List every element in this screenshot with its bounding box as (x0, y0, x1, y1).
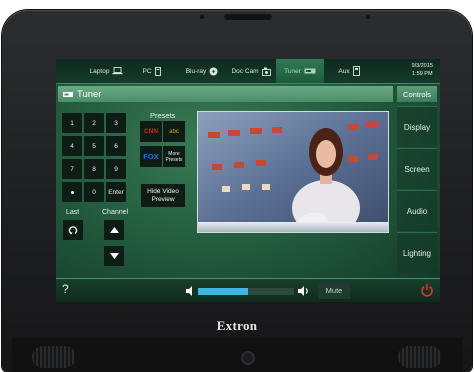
news-anchor-video-image (198, 112, 388, 232)
hide-video-line2: Preview (151, 195, 175, 203)
keypad-key-enter[interactable]: Enter (106, 182, 126, 202)
camera-lens (241, 351, 255, 365)
channel-down-button[interactable] (104, 246, 124, 266)
aux-device-icon (352, 66, 360, 76)
keypad-key-7[interactable]: 7 (62, 159, 82, 179)
volume-down-icon[interactable] (186, 286, 195, 296)
source-label: Aux (338, 67, 350, 75)
display-button[interactable]: Display (397, 106, 437, 147)
keypad-key-1[interactable]: 1 (62, 113, 82, 133)
mute-button[interactable]: Mute (318, 282, 350, 299)
return-arrow-icon (68, 226, 78, 235)
help-button[interactable]: ? (62, 282, 69, 296)
preset-abc-button[interactable]: abc (163, 121, 185, 142)
left-speaker-grille (32, 346, 76, 368)
disc-icon (209, 67, 218, 75)
source-bar: Laptop PC Blu-ray Doc Cam Tuner Aux 9/3/… (56, 59, 440, 84)
keypad-key-8[interactable]: 8 (84, 159, 104, 179)
cnn-logo: CNN (143, 128, 159, 135)
page-title-bar: Tuner (58, 86, 393, 102)
source-label: Tuner (284, 67, 301, 75)
brand-logo: Extron (216, 318, 258, 333)
lighting-button[interactable]: Lighting (397, 232, 437, 273)
date-time-display: 9/3/2015 1:59 PM (412, 62, 433, 78)
tuner-icon (304, 68, 316, 74)
keypad-key-3[interactable]: 3 (106, 113, 126, 133)
down-arrow-icon (109, 253, 119, 259)
power-icon[interactable] (420, 283, 434, 297)
document-camera-icon (261, 67, 271, 76)
preset-fox-button[interactable]: FOX (140, 146, 162, 167)
pc-tower-icon (154, 66, 161, 76)
more-presets-button[interactable]: More Presets (163, 146, 185, 167)
fox-logo: FOX (143, 152, 159, 161)
source-label: Laptop (89, 67, 110, 75)
sensor-dot (366, 15, 370, 19)
current-time: 1:59 PM (412, 71, 433, 77)
volume-slider[interactable] (198, 288, 294, 295)
source-aux-button[interactable]: Aux (332, 59, 366, 83)
audio-button[interactable]: Audio (397, 190, 437, 231)
more-presets-line2: Presets (165, 156, 183, 163)
source-bluray-button[interactable]: Blu-ray (178, 59, 226, 83)
keypad-key-dot[interactable] (62, 182, 82, 202)
keypad-key-6[interactable]: 6 (106, 136, 126, 156)
hide-video-line1: Hide Video (147, 187, 179, 195)
source-label: Blu-ray (185, 67, 207, 75)
hide-video-preview-button[interactable]: Hide Video Preview (141, 184, 185, 207)
last-channel-button[interactable] (63, 220, 83, 240)
presets-heading: Presets (150, 111, 176, 120)
source-laptop-button[interactable]: Laptop (84, 59, 129, 83)
keypad-key-9[interactable]: 9 (106, 159, 126, 179)
more-presets-line1: More (168, 150, 180, 157)
speaker-base (12, 338, 462, 372)
keypad-key-2[interactable]: 2 (84, 113, 104, 133)
preset-cnn-button[interactable]: CNN (140, 121, 162, 142)
screen-button[interactable]: Screen (397, 148, 437, 189)
channel-up-button[interactable] (104, 220, 124, 240)
tuner-icon (63, 91, 73, 97)
right-speaker-grille (398, 346, 442, 368)
source-doccam-button[interactable]: Doc Cam (228, 59, 274, 83)
volume-up-icon[interactable] (298, 286, 310, 296)
source-tuner-button[interactable]: Tuner (276, 59, 324, 83)
source-label: Doc Cam (231, 67, 259, 75)
controls-button[interactable]: Controls (397, 86, 437, 102)
sensor-dot (200, 15, 204, 19)
current-date: 9/3/2015 (411, 63, 433, 69)
keypad-key-4[interactable]: 4 (62, 136, 82, 156)
abc-logo: abc (169, 128, 179, 135)
touchscreen: Laptop PC Blu-ray Doc Cam Tuner Aux 9/3/… (56, 59, 440, 302)
video-preview (197, 111, 389, 233)
last-channel-label: Last (66, 209, 80, 216)
volume-level-fill (198, 288, 248, 295)
bottom-bar: ? Mute (56, 278, 440, 302)
ambient-light-sensor (224, 14, 272, 20)
source-label: PC (142, 67, 152, 75)
laptop-icon (112, 67, 123, 75)
page-title: Tuner (77, 88, 102, 100)
source-pc-button[interactable]: PC (134, 59, 169, 83)
keypad-key-0[interactable]: 0 (84, 182, 104, 202)
up-arrow-icon (109, 227, 119, 233)
channel-label: Channel (102, 209, 129, 216)
keypad-key-5[interactable]: 5 (84, 136, 104, 156)
